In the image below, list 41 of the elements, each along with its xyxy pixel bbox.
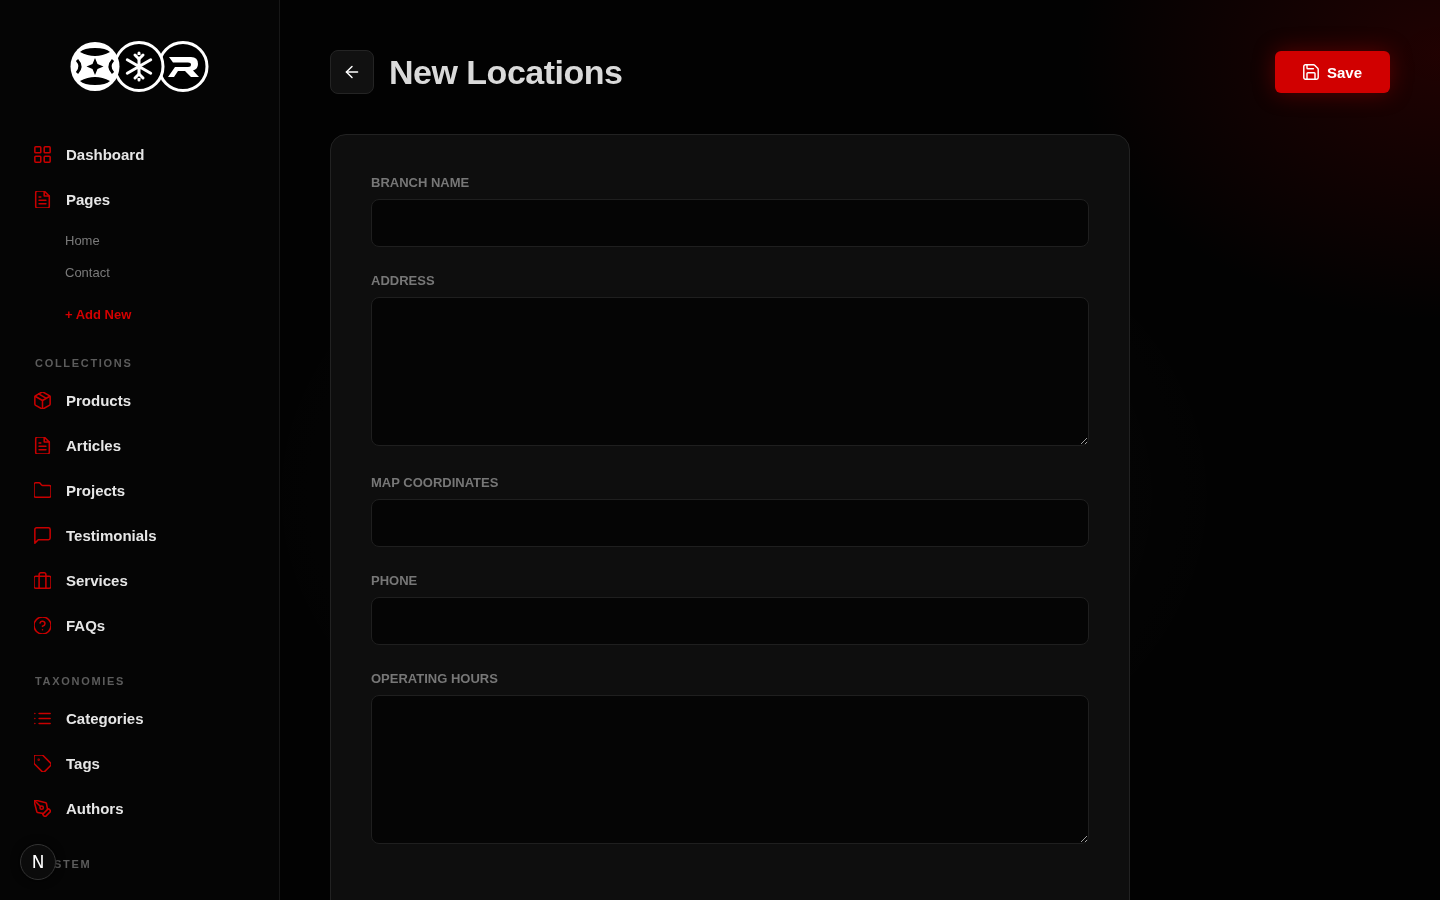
sidebar-item[interactable]: Dashboard (34, 132, 145, 177)
sidebar-subitem[interactable]: Contact (65, 256, 110, 288)
field-label: BRANCH NAME (371, 175, 470, 191)
section-heading: STEM (54, 857, 92, 871)
sidebar-item[interactable]: Projects (34, 468, 126, 513)
back-button[interactable] (330, 50, 374, 94)
tag-icon (34, 755, 51, 772)
list-icon (34, 710, 51, 727)
document-icon (34, 191, 51, 208)
section-heading: TAXONOMIES (35, 674, 126, 688)
sidebar-item[interactable]: FAQs (34, 603, 106, 648)
sidebar-item[interactable]: Tags (34, 741, 100, 786)
folder-icon (34, 482, 51, 499)
grid-icon (34, 146, 51, 163)
pen-nib-icon (34, 800, 51, 817)
sidebar-item[interactable]: Authors (34, 786, 124, 831)
sidebar-item[interactable]: Categories (34, 696, 144, 741)
document-icon (34, 437, 51, 454)
save-button[interactable]: Save (1274, 51, 1390, 93)
speech-bubble-icon (34, 527, 51, 544)
sidebar-subitem[interactable]: Home (65, 224, 100, 256)
sidebar-item[interactable]: Testimonials (34, 513, 157, 558)
text-input[interactable] (371, 597, 1089, 645)
arrow-left-icon (344, 64, 360, 80)
field-label: PHONE (371, 573, 418, 589)
field-label: OPERATING HOURS (371, 671, 498, 687)
text-input[interactable] (371, 199, 1089, 247)
field-label: MAP COORDINATES (371, 475, 499, 491)
section-heading: COLLECTIONS (35, 356, 133, 370)
briefcase-icon (34, 572, 51, 589)
add-new-link[interactable]: + Add New (65, 298, 132, 330)
text-area[interactable] (371, 695, 1089, 844)
text-input[interactable] (371, 499, 1089, 547)
cube-icon (34, 392, 51, 409)
page-title: New Locations (389, 52, 623, 93)
text-area[interactable] (371, 297, 1089, 446)
sidebar-item[interactable]: Articles (34, 423, 122, 468)
sidebar-item[interactable]: Pages (34, 177, 111, 222)
sidebar-item[interactable]: Products (34, 378, 131, 423)
field-label: ADDRESS (371, 273, 435, 289)
sidebar-item[interactable]: Services (34, 558, 128, 603)
